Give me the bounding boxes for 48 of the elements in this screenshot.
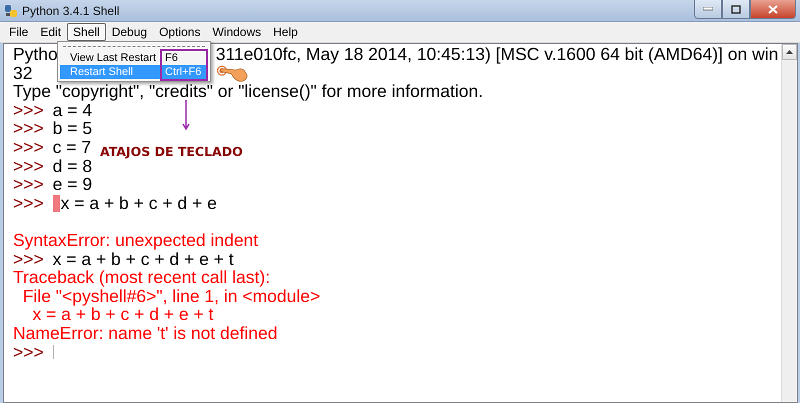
error-text: Traceback (most recent call last): (13, 268, 270, 287)
code-text: x = a + b + c + d + e (60, 194, 217, 212)
menu-item[interactable]: Help (267, 23, 304, 41)
menu-item[interactable]: Shell (67, 23, 106, 41)
error-text: File "<pyshell#6>", line 1, in <module> (22, 286, 320, 306)
error-text: x = a + b + c + d + e + t (31, 305, 214, 324)
up-arrow-icon (786, 50, 793, 54)
output-text: Pytho (13, 45, 58, 64)
prompt: >>> (13, 119, 44, 138)
menu-item[interactable]: Options (153, 23, 206, 41)
prompt: >>> (13, 342, 44, 362)
close-button[interactable] (750, 0, 796, 19)
annotation-label: ATAJOS DE TECLADO (100, 144, 243, 159)
scrollbar[interactable] (781, 44, 797, 402)
prompt: >>> (13, 100, 44, 120)
close-icon (768, 4, 778, 14)
menu-item[interactable]: Edit (34, 23, 68, 41)
output-text: Type "copyright", "credits" or "license()" for more information. (13, 82, 484, 101)
scroll-up-button[interactable] (782, 44, 797, 60)
prompt: >>> (13, 156, 44, 176)
code-text: c = 7 (52, 138, 92, 157)
code-text: d = 8 (52, 156, 92, 176)
code-text: e = 9 (52, 175, 92, 194)
menu-item[interactable]: Windows (206, 23, 268, 41)
error-text: NameError: name 't' is not defined (13, 324, 278, 342)
output-text: 32 (13, 64, 32, 82)
pointing-hand-icon (216, 65, 248, 82)
arrow (182, 100, 190, 130)
code-text: b = 5 (52, 119, 92, 138)
prompt: >>> (13, 175, 44, 194)
maximize-button[interactable] (722, 0, 750, 19)
minimize-icon (703, 7, 713, 11)
code-text: a = 4 (52, 100, 92, 120)
code-text: x = a + b + c + d + e + t (52, 250, 234, 268)
prompt: >>> (13, 138, 44, 157)
prompt: >>> (13, 194, 44, 212)
app-icon (4, 4, 18, 18)
shortcut-label: Ctrl+F6 (162, 65, 206, 79)
output-text: 311e010fc, May 18 2014, 10:45:13) [MSC v.1600 64 bit (AMD64)] on win (216, 45, 778, 64)
prompt: >>> (13, 250, 44, 268)
shortcut-label: F6 (164, 51, 179, 65)
error-text: SyntaxError: unexpected indent (13, 230, 258, 250)
menu-item[interactable]: File (3, 23, 34, 41)
minimize-button[interactable] (694, 0, 722, 19)
menu-entry[interactable]: View Last Restart (60, 51, 160, 65)
window-title: Python 3.4.1 Shell (22, 4, 120, 18)
menu-item[interactable]: Debug (106, 23, 154, 41)
maximize-icon (731, 4, 741, 14)
